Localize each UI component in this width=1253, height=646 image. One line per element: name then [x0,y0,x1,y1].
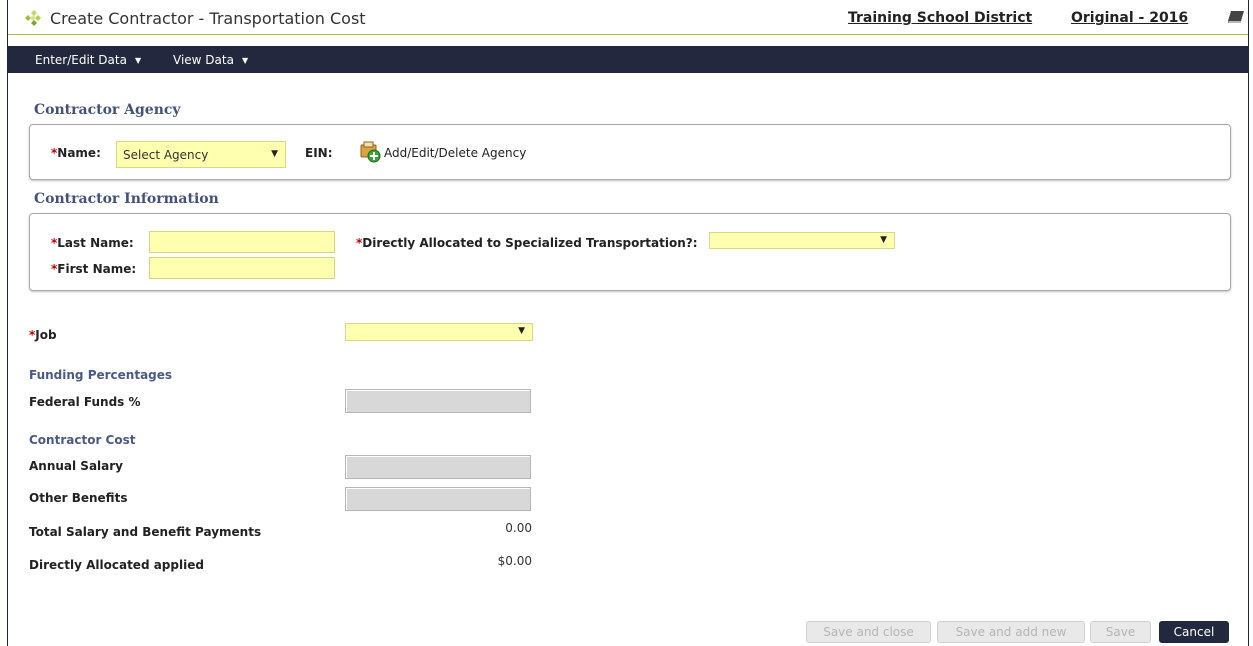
job-select[interactable]: ▼ [345,323,533,341]
add-edit-delete-agency-link[interactable]: Add/Edit/Delete Agency [384,146,526,160]
nav-item-label: View Data [173,53,234,67]
other-benefits-label: Other Benefits [29,491,128,505]
save-button[interactable]: Save [1090,621,1151,643]
first-name-label: *First Name: [51,262,136,276]
book-icon[interactable] [1227,9,1245,25]
job-label-text: Job [35,328,57,342]
last-name-input[interactable] [149,231,335,253]
caret-down-icon: ▼ [134,56,142,65]
nav-item-label: Enter/Edit Data [35,53,127,67]
window-border-right [1248,0,1249,646]
nav-view-data[interactable]: View Data ▼ [173,53,248,67]
save-and-close-button[interactable]: Save and close [806,621,931,643]
cancel-button[interactable]: Cancel [1159,621,1229,643]
allocated-specialized-label: *Directly Allocated to Specialized Trans… [356,236,698,250]
save-and-add-new-button[interactable]: Save and add new [937,621,1085,643]
annual-salary-label: Annual Salary [29,459,123,473]
last-name-label-text: Last Name: [57,236,134,250]
total-salary-benefit-value: 0.00 [505,521,532,535]
allocated-specialized-select[interactable]: ▼ [709,232,895,249]
job-label: *Job [29,328,57,342]
main-nav: Enter/Edit Data ▼ View Data ▼ [8,46,1248,73]
district-link[interactable]: Training School District [848,10,1032,26]
allocated-specialized-label-text: Directly Allocated to Specialized Transp… [362,236,698,250]
directly-allocated-applied-value: $0.00 [497,554,532,568]
page-title: Create Contractor - Transportation Cost [50,9,366,28]
chevron-down-icon: ▼ [271,149,278,159]
other-benefits-field [345,487,531,511]
federal-funds-field [345,389,531,413]
ein-label: EIN: [305,146,333,160]
chevron-down-icon: ▼ [880,235,887,245]
annual-salary-field [345,455,531,479]
contractor-information-heading: Contractor Information [34,191,219,207]
chevron-down-icon: ▼ [518,326,525,336]
total-salary-benefit-label: Total Salary and Benefit Payments [29,525,262,539]
funding-percentages-heading: Funding Percentages [29,368,173,382]
first-name-label-text: First Name: [57,262,137,276]
app-header: Create Contractor - Transportation Cost … [8,0,1248,34]
add-agency-icon[interactable] [359,141,381,163]
agency-name-label-text: Name: [57,146,101,160]
first-name-input[interactable] [149,257,335,279]
diamond-cluster-logo-icon [25,10,41,26]
contractor-agency-heading: Contractor Agency [34,102,181,118]
caret-down-icon: ▼ [241,56,249,65]
contractor-cost-heading: Contractor Cost [29,433,136,447]
last-name-label: *Last Name: [51,236,134,250]
header-divider [8,34,1248,35]
agency-name-label: *Name: [51,146,101,160]
agency-select[interactable]: Select Agency ▼ [116,141,286,168]
nav-enter-edit-data[interactable]: Enter/Edit Data ▼ [35,53,141,67]
version-link[interactable]: Original - 2016 [1071,10,1188,26]
agency-select-value: Select Agency [123,148,209,162]
window-border-left [7,0,8,646]
federal-funds-label: Federal Funds % [29,395,141,409]
directly-allocated-applied-label: Directly Allocated applied [29,558,204,572]
